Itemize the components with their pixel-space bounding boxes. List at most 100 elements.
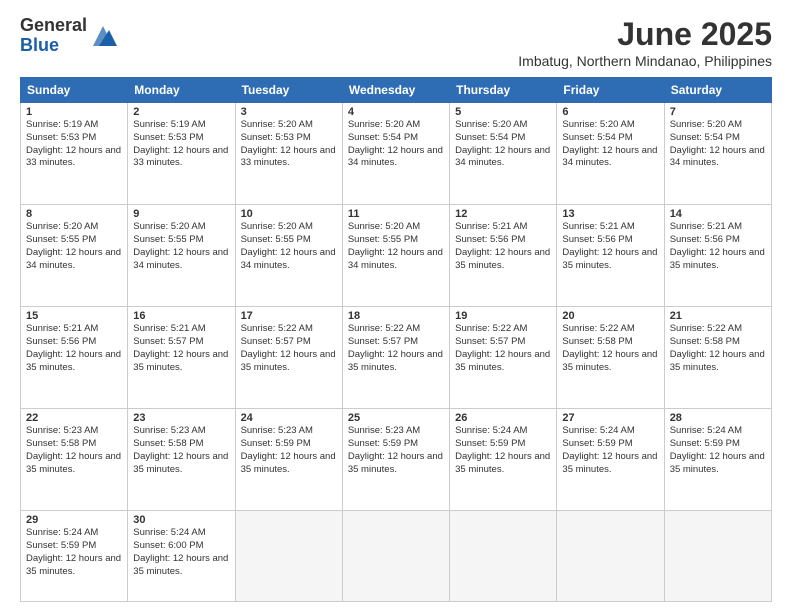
- day-number: 28: [670, 412, 766, 424]
- table-row: 23Sunrise: 5:23 AMSunset: 5:58 PMDayligh…: [128, 409, 235, 511]
- table-row: 4Sunrise: 5:20 AMSunset: 5:54 PMDaylight…: [342, 103, 449, 205]
- table-row: 7Sunrise: 5:20 AMSunset: 5:54 PMDaylight…: [664, 103, 771, 205]
- table-row: 14Sunrise: 5:21 AMSunset: 5:56 PMDayligh…: [664, 205, 771, 307]
- cell-content: Sunrise: 5:21 AMSunset: 5:57 PMDaylight:…: [133, 323, 229, 374]
- logo-general: General: [20, 16, 87, 36]
- day-number: 9: [133, 208, 229, 220]
- table-row: 17Sunrise: 5:22 AMSunset: 5:57 PMDayligh…: [235, 307, 342, 409]
- day-number: 25: [348, 412, 444, 424]
- table-row: 30Sunrise: 5:24 AMSunset: 6:00 PMDayligh…: [128, 511, 235, 602]
- day-number: 19: [455, 310, 551, 322]
- cell-content: Sunrise: 5:20 AMSunset: 5:55 PMDaylight:…: [133, 221, 229, 272]
- cell-content: Sunrise: 5:23 AMSunset: 5:59 PMDaylight:…: [241, 425, 337, 476]
- calendar-page: General Blue June 2025 Imbatug, Northern…: [0, 0, 792, 612]
- day-number: 3: [241, 106, 337, 118]
- day-number: 4: [348, 106, 444, 118]
- cell-content: Sunrise: 5:20 AMSunset: 5:54 PMDaylight:…: [562, 119, 658, 170]
- table-row: 22Sunrise: 5:23 AMSunset: 5:58 PMDayligh…: [21, 409, 128, 511]
- day-number: 26: [455, 412, 551, 424]
- cell-content: Sunrise: 5:20 AMSunset: 5:54 PMDaylight:…: [670, 119, 766, 170]
- table-row: 25Sunrise: 5:23 AMSunset: 5:59 PMDayligh…: [342, 409, 449, 511]
- month-title: June 2025: [518, 16, 772, 53]
- day-number: 17: [241, 310, 337, 322]
- table-row: 5Sunrise: 5:20 AMSunset: 5:54 PMDaylight…: [450, 103, 557, 205]
- table-row: 24Sunrise: 5:23 AMSunset: 5:59 PMDayligh…: [235, 409, 342, 511]
- day-number: 7: [670, 106, 766, 118]
- cell-content: Sunrise: 5:19 AMSunset: 5:53 PMDaylight:…: [26, 119, 122, 170]
- calendar-table: Sunday Monday Tuesday Wednesday Thursday…: [20, 77, 772, 602]
- day-number: 23: [133, 412, 229, 424]
- table-row: 27Sunrise: 5:24 AMSunset: 5:59 PMDayligh…: [557, 409, 664, 511]
- day-number: 20: [562, 310, 658, 322]
- header-friday: Friday: [557, 78, 664, 103]
- cell-content: Sunrise: 5:24 AMSunset: 5:59 PMDaylight:…: [562, 425, 658, 476]
- table-row: 9Sunrise: 5:20 AMSunset: 5:55 PMDaylight…: [128, 205, 235, 307]
- cell-content: Sunrise: 5:23 AMSunset: 5:58 PMDaylight:…: [133, 425, 229, 476]
- cell-content: Sunrise: 5:24 AMSunset: 6:00 PMDaylight:…: [133, 527, 229, 578]
- day-number: 5: [455, 106, 551, 118]
- day-number: 22: [26, 412, 122, 424]
- day-number: 8: [26, 208, 122, 220]
- cell-content: Sunrise: 5:24 AMSunset: 5:59 PMDaylight:…: [455, 425, 551, 476]
- cell-content: Sunrise: 5:19 AMSunset: 5:53 PMDaylight:…: [133, 119, 229, 170]
- cell-content: Sunrise: 5:20 AMSunset: 5:54 PMDaylight:…: [455, 119, 551, 170]
- cell-content: Sunrise: 5:20 AMSunset: 5:55 PMDaylight:…: [348, 221, 444, 272]
- day-number: 29: [26, 514, 122, 526]
- day-number: 30: [133, 514, 229, 526]
- table-row: 6Sunrise: 5:20 AMSunset: 5:54 PMDaylight…: [557, 103, 664, 205]
- table-row: 19Sunrise: 5:22 AMSunset: 5:57 PMDayligh…: [450, 307, 557, 409]
- cell-content: Sunrise: 5:20 AMSunset: 5:55 PMDaylight:…: [241, 221, 337, 272]
- logo-icon: [89, 22, 117, 50]
- header-monday: Monday: [128, 78, 235, 103]
- header: General Blue June 2025 Imbatug, Northern…: [20, 16, 772, 69]
- cell-content: Sunrise: 5:23 AMSunset: 5:58 PMDaylight:…: [26, 425, 122, 476]
- table-row: [342, 511, 449, 602]
- logo: General Blue: [20, 16, 117, 56]
- table-row: 13Sunrise: 5:21 AMSunset: 5:56 PMDayligh…: [557, 205, 664, 307]
- day-number: 15: [26, 310, 122, 322]
- header-thursday: Thursday: [450, 78, 557, 103]
- table-row: 2Sunrise: 5:19 AMSunset: 5:53 PMDaylight…: [128, 103, 235, 205]
- day-number: 13: [562, 208, 658, 220]
- table-row: 12Sunrise: 5:21 AMSunset: 5:56 PMDayligh…: [450, 205, 557, 307]
- day-number: 12: [455, 208, 551, 220]
- header-saturday: Saturday: [664, 78, 771, 103]
- table-row: 18Sunrise: 5:22 AMSunset: 5:57 PMDayligh…: [342, 307, 449, 409]
- table-row: 16Sunrise: 5:21 AMSunset: 5:57 PMDayligh…: [128, 307, 235, 409]
- day-number: 18: [348, 310, 444, 322]
- day-number: 24: [241, 412, 337, 424]
- cell-content: Sunrise: 5:21 AMSunset: 5:56 PMDaylight:…: [455, 221, 551, 272]
- cell-content: Sunrise: 5:20 AMSunset: 5:53 PMDaylight:…: [241, 119, 337, 170]
- table-row: [557, 511, 664, 602]
- table-row: 15Sunrise: 5:21 AMSunset: 5:56 PMDayligh…: [21, 307, 128, 409]
- cell-content: Sunrise: 5:21 AMSunset: 5:56 PMDaylight:…: [562, 221, 658, 272]
- table-row: [235, 511, 342, 602]
- table-row: 10Sunrise: 5:20 AMSunset: 5:55 PMDayligh…: [235, 205, 342, 307]
- day-number: 6: [562, 106, 658, 118]
- table-row: 29Sunrise: 5:24 AMSunset: 5:59 PMDayligh…: [21, 511, 128, 602]
- cell-content: Sunrise: 5:24 AMSunset: 5:59 PMDaylight:…: [670, 425, 766, 476]
- header-sunday: Sunday: [21, 78, 128, 103]
- day-number: 1: [26, 106, 122, 118]
- header-tuesday: Tuesday: [235, 78, 342, 103]
- cell-content: Sunrise: 5:22 AMSunset: 5:58 PMDaylight:…: [670, 323, 766, 374]
- cell-content: Sunrise: 5:21 AMSunset: 5:56 PMDaylight:…: [26, 323, 122, 374]
- table-row: 28Sunrise: 5:24 AMSunset: 5:59 PMDayligh…: [664, 409, 771, 511]
- table-row: 8Sunrise: 5:20 AMSunset: 5:55 PMDaylight…: [21, 205, 128, 307]
- day-number: 10: [241, 208, 337, 220]
- day-number: 16: [133, 310, 229, 322]
- cell-content: Sunrise: 5:22 AMSunset: 5:57 PMDaylight:…: [241, 323, 337, 374]
- logo-text: General Blue: [20, 16, 87, 56]
- table-row: 11Sunrise: 5:20 AMSunset: 5:55 PMDayligh…: [342, 205, 449, 307]
- table-row: 3Sunrise: 5:20 AMSunset: 5:53 PMDaylight…: [235, 103, 342, 205]
- day-number: 21: [670, 310, 766, 322]
- cell-content: Sunrise: 5:23 AMSunset: 5:59 PMDaylight:…: [348, 425, 444, 476]
- table-row: 20Sunrise: 5:22 AMSunset: 5:58 PMDayligh…: [557, 307, 664, 409]
- cell-content: Sunrise: 5:22 AMSunset: 5:57 PMDaylight:…: [455, 323, 551, 374]
- table-row: 1Sunrise: 5:19 AMSunset: 5:53 PMDaylight…: [21, 103, 128, 205]
- day-number: 11: [348, 208, 444, 220]
- cell-content: Sunrise: 5:22 AMSunset: 5:58 PMDaylight:…: [562, 323, 658, 374]
- cell-content: Sunrise: 5:20 AMSunset: 5:54 PMDaylight:…: [348, 119, 444, 170]
- logo-blue: Blue: [20, 36, 87, 56]
- table-row: [664, 511, 771, 602]
